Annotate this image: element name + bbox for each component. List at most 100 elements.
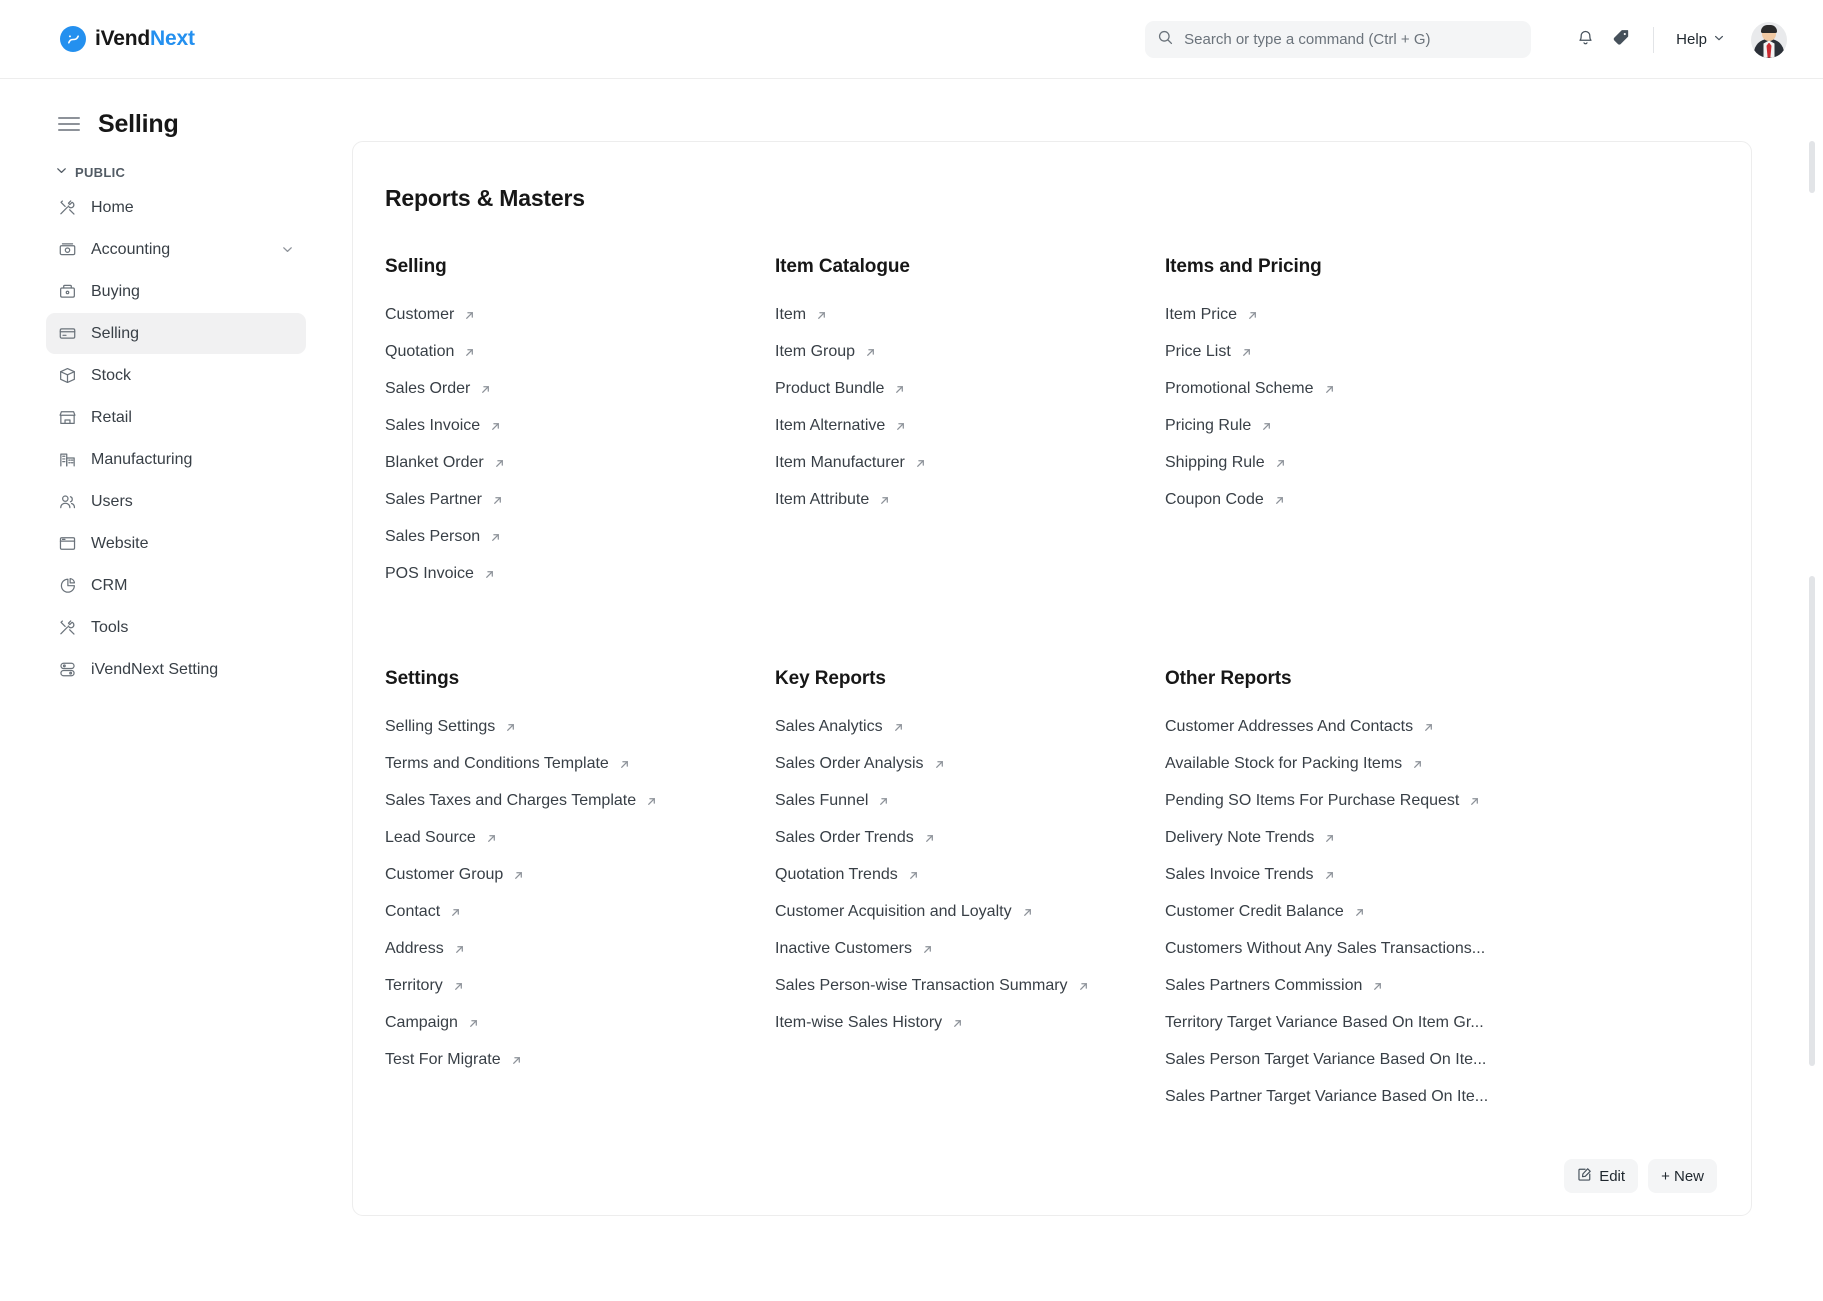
new-button-label: + New [1661,1167,1704,1185]
sidebar-item-label: Accounting [91,240,171,258]
external-link-icon [1021,906,1034,919]
sidebar-item-accounting[interactable]: Accounting [46,229,306,270]
workspace-link[interactable]: Sales Invoice [385,417,502,435]
workspace-link[interactable]: Customer [385,306,476,324]
workspace-link[interactable]: Customer Credit Balance [1165,903,1366,921]
workspace-link[interactable]: Item Price [1165,306,1259,324]
workspace-link[interactable]: Sales Partner Target Variance Based On I… [1165,1088,1488,1106]
workspace-link[interactable]: Lead Source [385,829,498,847]
scrollbar-thumb[interactable] [1809,576,1815,1066]
workspace-link-label: Item Alternative [775,417,886,434]
notifications-button[interactable] [1567,22,1603,58]
external-link-icon [921,943,934,956]
external-link-icon [877,795,890,808]
workspace-link[interactable]: Sales Order [385,380,492,398]
edit-button[interactable]: Edit [1564,1159,1639,1193]
workspace-link[interactable]: Promotional Scheme [1165,380,1336,398]
workspace-link[interactable]: Address [385,940,466,958]
sidebar-item-tools[interactable]: Tools [46,607,306,648]
help-menu-button[interactable]: Help [1668,25,1733,54]
workspace-link[interactable]: Item Alternative [775,417,907,435]
workspace-link[interactable]: Territory Target Variance Based On Item … [1165,1014,1484,1032]
workspace-link-label: Item-wise Sales History [775,1014,943,1031]
workspace-link-label: Terms and Conditions Template [385,755,609,772]
workspace-link[interactable]: Campaign [385,1014,480,1032]
browser-icon [58,534,77,553]
workspace-link[interactable]: Sales Person Target Variance Based On It… [1165,1051,1486,1069]
sidebar-item-label: Users [91,492,133,510]
workspace-link[interactable]: Sales Funnel [775,792,890,810]
brand-mark-icon [60,26,86,52]
brand-logo[interactable]: iVendNext [60,26,195,52]
workspace-link[interactable]: POS Invoice [385,565,496,583]
workspace-link[interactable]: Customer Addresses And Contacts [1165,718,1435,736]
workspace-link[interactable]: Inactive Customers [775,940,934,958]
column-heading: Settings [385,668,460,689]
global-search[interactable] [1145,21,1532,58]
workspace-scrollbar[interactable] [1807,141,1815,1301]
workspace-link[interactable]: Price List [1165,343,1253,361]
workspace-link[interactable]: Item Group [775,343,877,361]
workspace-link[interactable]: Sales Partners Commission [1165,977,1384,995]
external-link-icon [892,721,905,734]
workspace-link[interactable]: Sales Person-wise Transaction Summary [775,977,1090,995]
sidebar-item-home[interactable]: Home [46,187,306,228]
search-input[interactable] [1184,31,1520,48]
workspace-link[interactable]: Sales Person [385,528,502,546]
sidebar-item-selling[interactable]: Selling [46,313,306,354]
workspace-link[interactable]: Item Manufacturer [775,454,927,472]
workspace-link[interactable]: Item [775,306,828,324]
workspace-link-label: Sales Funnel [775,792,869,809]
workspace-link[interactable]: Customer Group [385,866,525,884]
workspace-link[interactable]: Contact [385,903,462,921]
external-link-icon [1323,832,1336,845]
workspace-link[interactable]: Delivery Note Trends [1165,829,1336,847]
sidebar-section-public[interactable]: PUBLIC [0,158,352,186]
sidebar-item-ivendnext-setting[interactable]: iVendNext Setting [46,649,306,690]
sidebar-toggle-button[interactable] [58,113,80,135]
workspace-link[interactable]: Sales Order Trends [775,829,936,847]
sidebar-item-label: Retail [91,408,132,426]
workspace-link[interactable]: Available Stock for Packing Items [1165,755,1424,773]
workspace-link[interactable]: Item-wise Sales History [775,1014,964,1032]
workspace-link-label: Delivery Note Trends [1165,829,1315,846]
workspace-link[interactable]: Product Bundle [775,380,906,398]
workspace-link[interactable]: Selling Settings [385,718,517,736]
sidebar-item-crm[interactable]: CRM [46,565,306,606]
piechart-icon [58,576,77,595]
scrollbar-thumb-top[interactable] [1809,141,1815,193]
external-link-icon [489,531,502,544]
sidebar-item-users[interactable]: Users [46,481,306,522]
sidebar-item-retail[interactable]: Retail [46,397,306,438]
workspace-link-label: Item Manufacturer [775,454,905,471]
workspace-link[interactable]: Sales Order Analysis [775,755,946,773]
workspace-link[interactable]: Sales Partner [385,491,504,509]
workspace-link[interactable]: Shipping Rule [1165,454,1287,472]
workspace-link[interactable]: Sales Taxes and Charges Template [385,792,658,810]
workspace-link[interactable]: Quotation [385,343,476,361]
workspace-link[interactable]: Pending SO Items For Purchase Request [1165,792,1481,810]
workspace-link[interactable]: Pricing Rule [1165,417,1273,435]
sidebar-item-manufacturing[interactable]: Manufacturing [46,439,306,480]
workspace-link[interactable]: Sales Invoice Trends [1165,866,1336,884]
chevron-down-icon[interactable] [281,243,294,256]
workspace-link[interactable]: Coupon Code [1165,491,1286,509]
workspace-link[interactable]: Customers Without Any Sales Transactions… [1165,940,1485,958]
avatar[interactable] [1751,21,1787,58]
workspace-link[interactable]: Terms and Conditions Template [385,755,631,773]
sidebar-item-buying[interactable]: Buying [46,271,306,312]
sidebar-item-website[interactable]: Website [46,523,306,564]
new-button[interactable]: + New [1648,1159,1717,1193]
workspace-link-label: Blanket Order [385,454,484,471]
edit-icon [1577,1167,1592,1186]
workspace-link[interactable]: Customer Acquisition and Loyalty [775,903,1034,921]
workspace-link[interactable]: Sales Analytics [775,718,905,736]
workspace-link[interactable]: Test For Migrate [385,1051,523,1069]
tags-button[interactable] [1603,22,1639,58]
workspace-link[interactable]: Quotation Trends [775,866,920,884]
workspace-link[interactable]: Item Attribute [775,491,891,509]
sidebar-item-stock[interactable]: Stock [46,355,306,396]
workspace-link[interactable]: Territory [385,977,465,995]
external-link-icon [618,758,631,771]
workspace-link[interactable]: Blanket Order [385,454,506,472]
